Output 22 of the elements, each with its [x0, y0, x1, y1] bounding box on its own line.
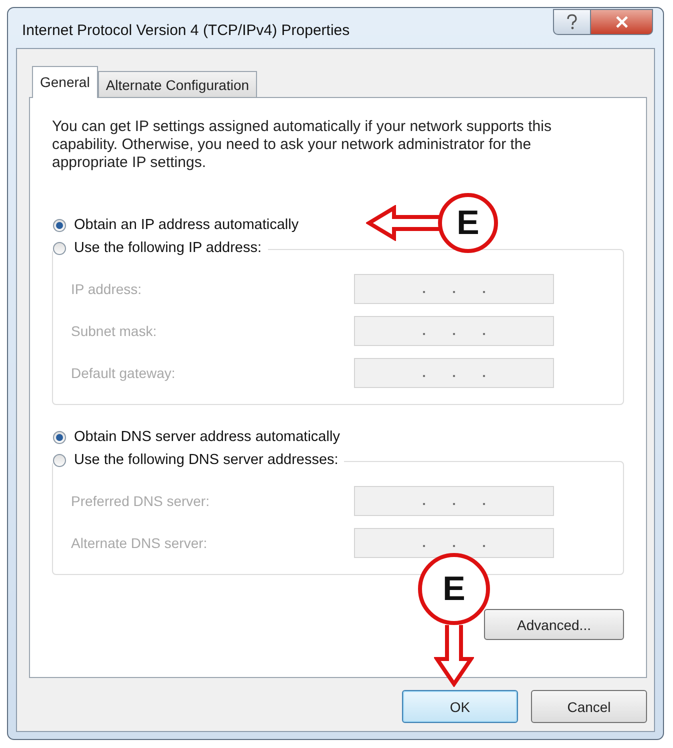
- radio-button[interactable]: [53, 454, 66, 466]
- dialog-button[interactable]: OK: [402, 690, 518, 723]
- help-button[interactable]: [553, 9, 591, 35]
- radio-label[interactable]: Obtain DNS server address automatically: [74, 429, 340, 445]
- tab[interactable]: General: [32, 66, 98, 98]
- help-icon: [565, 14, 579, 30]
- window-title: Internet Protocol Version 4 (TCP/IPv4) Properties: [22, 22, 350, 39]
- close-icon: [614, 16, 628, 28]
- dialog-button[interactable]: Cancel: [531, 690, 647, 723]
- description-text: You can get IP settings assigned automatically if your network supports this capability. Otherwise, you need to ask your network administrator for the appropriate IP settings.: [52, 118, 552, 172]
- field-label: Default gateway:: [71, 365, 176, 381]
- radio-button[interactable]: [53, 430, 66, 444]
- advanced-button[interactable]: Advanced...: [484, 609, 624, 640]
- tab[interactable]: Alternate Configuration: [98, 71, 258, 97]
- radio-button[interactable]: [53, 218, 66, 232]
- close-button[interactable]: [591, 9, 653, 35]
- field-label: IP address:: [71, 281, 143, 297]
- field-label: Alternate DNS server:: [71, 535, 208, 551]
- field-label: Preferred DNS server:: [71, 493, 210, 509]
- radio-button[interactable]: [53, 242, 66, 254]
- field-label: Subnet mask:: [71, 323, 158, 339]
- radio-label[interactable]: Obtain an IP address automatically: [74, 217, 299, 233]
